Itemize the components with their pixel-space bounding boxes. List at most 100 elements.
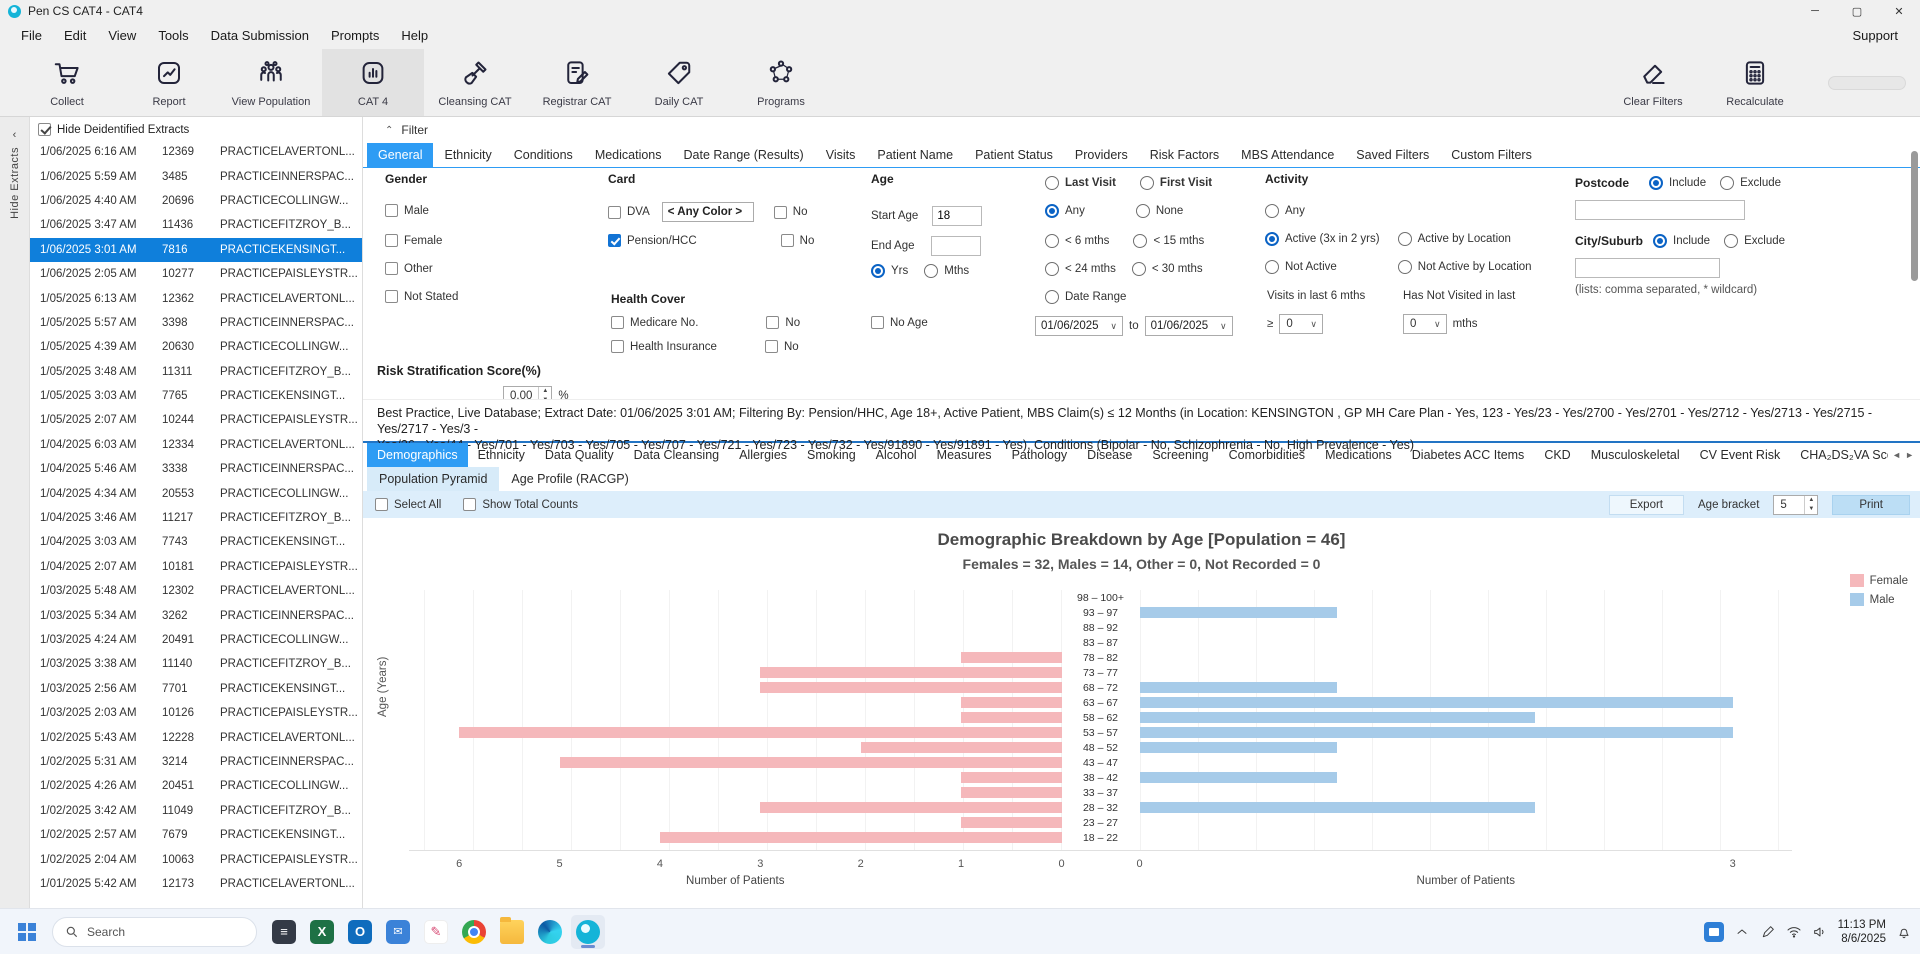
- menu-item-tools[interactable]: Tools: [147, 24, 199, 47]
- filter-tab-visits[interactable]: Visits: [815, 143, 867, 167]
- menu-item-edit[interactable]: Edit: [53, 24, 97, 47]
- report-tab-comorbidities[interactable]: Comorbidities: [1219, 443, 1315, 467]
- taskbar-mail-app-icon[interactable]: ✉: [381, 915, 415, 949]
- toolbar-button-cleansing-cat[interactable]: Cleansing CAT: [424, 49, 526, 116]
- city-suburb-input[interactable]: [1575, 258, 1720, 278]
- collapse-arrow-icon[interactable]: ‹: [13, 129, 17, 141]
- medicare-checkbox[interactable]: [611, 316, 624, 329]
- extract-row[interactable]: 1/04/2025 4:34 AM20553PRACTICECOLLINGW..…: [30, 481, 362, 505]
- age-bracket-spinner[interactable]: 5▲▼: [1773, 495, 1818, 515]
- filter-tab-saved-filters[interactable]: Saved Filters: [1345, 143, 1440, 167]
- not-stated-checkbox[interactable]: [385, 290, 398, 303]
- show-total-counts-checkbox[interactable]: [463, 498, 476, 511]
- report-tab-disease[interactable]: Disease: [1077, 443, 1142, 467]
- postcode-input[interactable]: [1575, 200, 1745, 220]
- extract-row[interactable]: 1/04/2025 2:07 AM10181PRACTICEPAISLEYSTR…: [30, 555, 362, 579]
- taskbar-file-explorer-icon[interactable]: [495, 915, 529, 949]
- toolbar-button-clear-filters[interactable]: Clear Filters: [1602, 49, 1704, 116]
- toolbar-button-recalculate[interactable]: Recalculate: [1704, 49, 1806, 116]
- dva-no-checkbox[interactable]: [774, 206, 787, 219]
- tabs-scroll-left-icon[interactable]: ◄: [1892, 450, 1901, 460]
- filter-tab-conditions[interactable]: Conditions: [503, 143, 584, 167]
- export-button[interactable]: Export: [1609, 495, 1684, 515]
- maximize-button[interactable]: ▢: [1836, 0, 1878, 22]
- wifi-icon[interactable]: [1786, 924, 1802, 940]
- extract-row[interactable]: 1/05/2025 5:57 AM3398PRACTICEINNERSPAC..…: [30, 311, 362, 335]
- pension-hcc-checkbox[interactable]: [608, 234, 621, 247]
- pen-icon[interactable]: [1760, 924, 1776, 940]
- filter-tab-providers[interactable]: Providers: [1064, 143, 1139, 167]
- extract-row[interactable]: 1/06/2025 3:47 AM11436PRACTICEFITZROY_B.…: [30, 213, 362, 237]
- minimize-button[interactable]: ─: [1794, 0, 1836, 22]
- report-tab-alcohol[interactable]: Alcohol: [866, 443, 927, 467]
- toolbar-button-daily-cat[interactable]: Daily CAT: [628, 49, 730, 116]
- extract-row[interactable]: 1/04/2025 3:46 AM11217PRACTICEFITZROY_B.…: [30, 506, 362, 530]
- mths-radio[interactable]: [924, 264, 938, 278]
- report-tab-musculoskeletal[interactable]: Musculoskeletal: [1581, 443, 1690, 467]
- hide-deidentified-checkbox[interactable]: [38, 123, 51, 136]
- lt24-radio[interactable]: [1045, 262, 1059, 276]
- visit-none-radio[interactable]: [1136, 204, 1150, 218]
- toolbar-button-cat-4[interactable]: CAT 4: [322, 49, 424, 116]
- start-age-input[interactable]: [932, 206, 982, 226]
- report-tab-ethnicity[interactable]: Ethnicity: [468, 443, 535, 467]
- visit-any-radio[interactable]: [1045, 204, 1059, 218]
- extract-row[interactable]: 1/02/2025 2:57 AM7679PRACTICEKENSINGT...: [30, 823, 362, 847]
- taskbar-outlook-icon[interactable]: O: [343, 915, 377, 949]
- filter-tab-custom-filters[interactable]: Custom Filters: [1440, 143, 1543, 167]
- start-button[interactable]: [10, 915, 44, 949]
- no-age-checkbox[interactable]: [871, 316, 884, 329]
- extract-row[interactable]: 1/03/2025 5:34 AM3262PRACTICEINNERSPAC..…: [30, 603, 362, 627]
- menu-item-support[interactable]: Support: [1852, 28, 1898, 43]
- postcode-include-radio[interactable]: [1649, 176, 1663, 190]
- menu-item-data-submission[interactable]: Data Submission: [200, 24, 320, 47]
- taskbar-edge-icon[interactable]: [533, 915, 567, 949]
- active-radio[interactable]: [1265, 232, 1279, 246]
- report-tab-diabetes-acc-items[interactable]: Diabetes ACC Items: [1402, 443, 1535, 467]
- select-all-checkbox[interactable]: [375, 498, 388, 511]
- close-button[interactable]: ✕: [1878, 0, 1920, 22]
- report-tab-smoking[interactable]: Smoking: [797, 443, 866, 467]
- dva-color-dropdown[interactable]: < Any Color >: [662, 202, 754, 222]
- print-button[interactable]: Print: [1832, 495, 1910, 515]
- extract-row[interactable]: 1/04/2025 3:03 AM7743PRACTICEKENSINGT...: [30, 530, 362, 554]
- menu-item-file[interactable]: File: [10, 24, 53, 47]
- filter-tab-mbs-attendance[interactable]: MBS Attendance: [1230, 143, 1345, 167]
- taskbar-excel-icon[interactable]: X: [305, 915, 339, 949]
- city-include-radio[interactable]: [1653, 234, 1667, 248]
- filter-scrollbar[interactable]: [1911, 151, 1918, 281]
- menu-item-view[interactable]: View: [97, 24, 147, 47]
- not-active-radio[interactable]: [1265, 260, 1279, 274]
- extract-row[interactable]: 1/03/2025 2:03 AM10126PRACTICEPAISLEYSTR…: [30, 701, 362, 725]
- visits-6m-select[interactable]: 0∨: [1279, 314, 1323, 334]
- extract-row[interactable]: 1/01/2025 5:42 AM12173PRACTICELAVERTONL.…: [30, 872, 362, 896]
- extract-row[interactable]: 1/05/2025 3:03 AM7765PRACTICEKENSINGT...: [30, 384, 362, 408]
- toolbar-button-report[interactable]: Report: [118, 49, 220, 116]
- toolbar-button-registrar-cat[interactable]: Registrar CAT: [526, 49, 628, 116]
- taskbar-clock[interactable]: 11:13 PM 8/6/2025: [1838, 918, 1886, 946]
- extract-row[interactable]: 1/03/2025 2:56 AM7701PRACTICEKENSINGT...: [30, 677, 362, 701]
- report-tab-demographics[interactable]: Demographics: [367, 443, 468, 467]
- tabs-scroll-right-icon[interactable]: ►: [1905, 450, 1914, 460]
- end-age-input[interactable]: [931, 236, 981, 256]
- lt15-radio[interactable]: [1133, 234, 1147, 248]
- filter-tab-risk-factors[interactable]: Risk Factors: [1139, 143, 1230, 167]
- hidden-icons-chevron[interactable]: [1734, 924, 1750, 940]
- toolbar-button-collect[interactable]: Collect: [16, 49, 118, 116]
- health-insurance-checkbox[interactable]: [611, 340, 624, 353]
- filter-tab-medications[interactable]: Medications: [584, 143, 673, 167]
- extract-row[interactable]: 1/06/2025 6:16 AM12369PRACTICELAVERTONL.…: [30, 140, 362, 164]
- filter-tab-patient-name[interactable]: Patient Name: [866, 143, 964, 167]
- other-checkbox[interactable]: [385, 262, 398, 275]
- report-tab-cv-event-risk[interactable]: CV Event Risk: [1690, 443, 1791, 467]
- extract-row[interactable]: 1/04/2025 6:03 AM12334PRACTICELAVERTONL.…: [30, 433, 362, 457]
- toolbar-button-programs[interactable]: Programs: [730, 49, 832, 116]
- report-tab-ckd[interactable]: CKD: [1534, 443, 1580, 467]
- report-tab-pathology[interactable]: Pathology: [1002, 443, 1078, 467]
- report-tab-allergies[interactable]: Allergies: [729, 443, 797, 467]
- notifications-bell-icon[interactable]: [1896, 924, 1912, 940]
- filter-tab-ethnicity[interactable]: Ethnicity: [433, 143, 502, 167]
- extract-row[interactable]: 1/02/2025 3:42 AM11049PRACTICEFITZROY_B.…: [30, 799, 362, 823]
- lt30-radio[interactable]: [1132, 262, 1146, 276]
- last-visit-radio[interactable]: [1045, 176, 1059, 190]
